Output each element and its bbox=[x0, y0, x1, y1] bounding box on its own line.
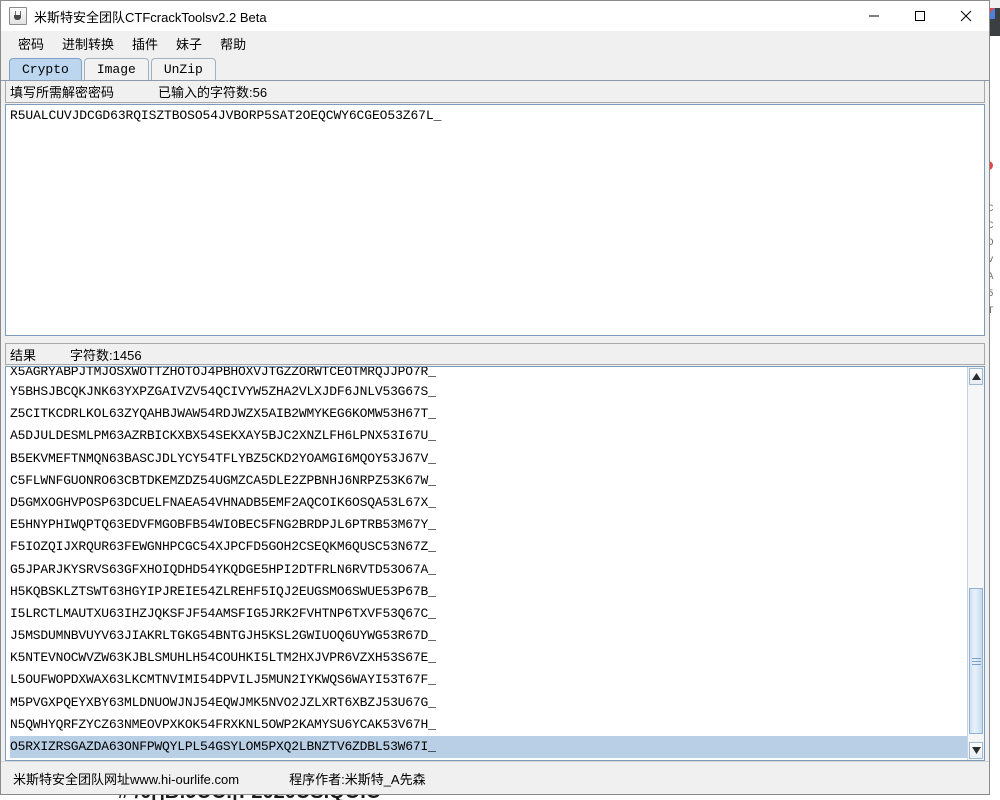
result-line[interactable]: K5NTEVNOCWVZW63KJBLSMUHLH54COUHKI5LTM2HX… bbox=[10, 647, 967, 669]
tab-crypto[interactable]: Crypto bbox=[9, 58, 82, 80]
tab-image[interactable]: Image bbox=[83, 58, 149, 80]
result-line[interactable]: F5IOZQIJXRQUR63FEWGNHPCGC54XJPCFD5GOH2CS… bbox=[10, 536, 967, 558]
window-title: 米斯特安全团队CTFcrackToolsv2.2 Beta bbox=[34, 9, 267, 25]
result-line[interactable]: C5FLWNFGUONRO63CBTDKEMZDZ54UGMZCA5DLE2ZP… bbox=[10, 470, 967, 492]
result-line[interactable]: D5GMXOGHVPOSP63DCUELFNAEA54VHNADB5EMF2AQ… bbox=[10, 492, 967, 514]
status-author-label: 程序作者:米斯特_A先森 bbox=[289, 771, 426, 787]
result-line[interactable]: M5PVGXPQEYXBY63MLDNUOWJNJ54EQWJMK5NVO2JZ… bbox=[10, 692, 967, 714]
scrollbar-thumb[interactable] bbox=[969, 588, 983, 734]
result-panel: X5AGRYABPJTMJOSXWOTTZHOTOJ4PBHOXVJTGZZOR… bbox=[5, 366, 985, 761]
password-input-textarea[interactable]: R5UALCUVJDCGD63RQISZTBOSO54JVBORP5SAT2OE… bbox=[5, 104, 985, 336]
result-line[interactable]: P5SYJASTHBAEB63POGQXRZMQM54HTZMPN5QYR2MC… bbox=[10, 758, 967, 760]
scrollbar-track[interactable] bbox=[968, 386, 984, 741]
result-line[interactable]: G5JPARJKYSRVS63GFXHOIQDHD54YKQDGE5HPI2DT… bbox=[10, 559, 967, 581]
menu-item-plugins[interactable]: 插件 bbox=[123, 32, 167, 55]
scrollbar-grip-icon bbox=[971, 656, 981, 667]
result-line[interactable]: H5KQBSKLZTSWT63HGYIPJREIE54ZLREHF5IQJ2EU… bbox=[10, 581, 967, 603]
application-window: 米斯特安全团队CTFcrackToolsv2.2 Beta 密码 进制转换 插件… bbox=[0, 0, 990, 795]
crypto-tab-content: 填写所需解密密码 已输入的字符数:56 R5UALCUVJDCGD63RQISZ… bbox=[1, 81, 989, 761]
result-vertical-scrollbar[interactable] bbox=[967, 367, 984, 760]
menu-item-girls[interactable]: 妹子 bbox=[167, 32, 211, 55]
window-controls bbox=[851, 1, 989, 31]
result-line[interactable]: E5HNYPHIWQPTQ63EDVFMGOBFB54WIOBEC5FNG2BR… bbox=[10, 514, 967, 536]
minimize-button[interactable] bbox=[851, 1, 897, 31]
statusbar: 米斯特安全团队网址www.hi-ourlife.com 程序作者:米斯特_A先森 bbox=[1, 761, 989, 794]
menu-item-base-conversion[interactable]: 进制转换 bbox=[53, 32, 123, 55]
maximize-button[interactable] bbox=[897, 1, 943, 31]
result-line[interactable]: L5OUFWOPDXWAX63LKCMTNVIMI54DPVILJ5MUN2IY… bbox=[10, 669, 967, 691]
panel-divider bbox=[1, 336, 989, 343]
result-line[interactable]: I5LRCTLMAUTXU63IHZJQKSFJF54AMSFIG5JRK2FV… bbox=[10, 603, 967, 625]
tab-unzip[interactable]: UnZip bbox=[150, 58, 216, 80]
result-line[interactable]: J5MSDUMNBVUYV63JIAKRLTGKG54BNTGJH5KSL2GW… bbox=[10, 625, 967, 647]
close-button[interactable] bbox=[943, 1, 989, 31]
menubar: 密码 进制转换 插件 妹子 帮助 bbox=[1, 31, 989, 55]
scroll-down-arrow-icon[interactable] bbox=[969, 742, 983, 759]
result-char-count-label: 字符数:1456 bbox=[70, 347, 142, 363]
scroll-up-arrow-icon[interactable] bbox=[969, 368, 983, 385]
menu-item-password[interactable]: 密码 bbox=[9, 32, 53, 55]
result-line[interactable]: X5AGRYABPJTMJOSXWOTTZHOTOJ4PBHOXVJTGZZOR… bbox=[10, 367, 967, 381]
result-label-bar: 结果 字符数:1456 bbox=[5, 343, 985, 365]
menu-item-help[interactable]: 帮助 bbox=[211, 32, 255, 55]
result-line[interactable]: Z5CITKCDRLKOL63ZYQAHBJWAW54RDJWZX5AIB2WM… bbox=[10, 403, 967, 425]
result-title-label: 结果 bbox=[10, 347, 37, 363]
result-output-textarea[interactable]: X5AGRYABPJTMJOSXWOTTZHOTOJ4PBHOXVJTGZZOR… bbox=[6, 367, 967, 760]
result-line[interactable]: N5QWHYQRFZYCZ63NMEOVPXKOK54FRXKNL5OWP2KA… bbox=[10, 714, 967, 736]
java-coffee-cup-icon bbox=[9, 7, 27, 25]
result-line[interactable]: O5RXIZRSGAZDA63ONFPWQYLPL54GSYLOM5PXQ2LB… bbox=[10, 736, 967, 759]
result-line[interactable]: Y5BHSJBCQKJNK63YXPZGAIVZV54QCIVYW5ZHA2VL… bbox=[10, 381, 967, 403]
result-line[interactable]: B5EKVMEFTNMQN63BASCJDLYCY54TFLYBZ5CKD2YO… bbox=[10, 448, 967, 470]
input-label-bar: 填写所需解密密码 已输入的字符数:56 bbox=[5, 81, 985, 103]
window-titlebar[interactable]: 米斯特安全团队CTFcrackToolsv2.2 Beta bbox=[1, 1, 989, 31]
status-website-label: 米斯特安全团队网址www.hi-ourlife.com bbox=[13, 771, 240, 787]
input-prompt-label: 填写所需解密密码 bbox=[10, 85, 115, 100]
result-line[interactable]: A5DJULDESMLPM63AZRBICKXBX54SEKXAY5BJC2XN… bbox=[10, 425, 967, 447]
tabstrip: Crypto Image UnZip bbox=[1, 55, 989, 81]
input-char-count-label: 已输入的字符数:56 bbox=[158, 85, 268, 100]
